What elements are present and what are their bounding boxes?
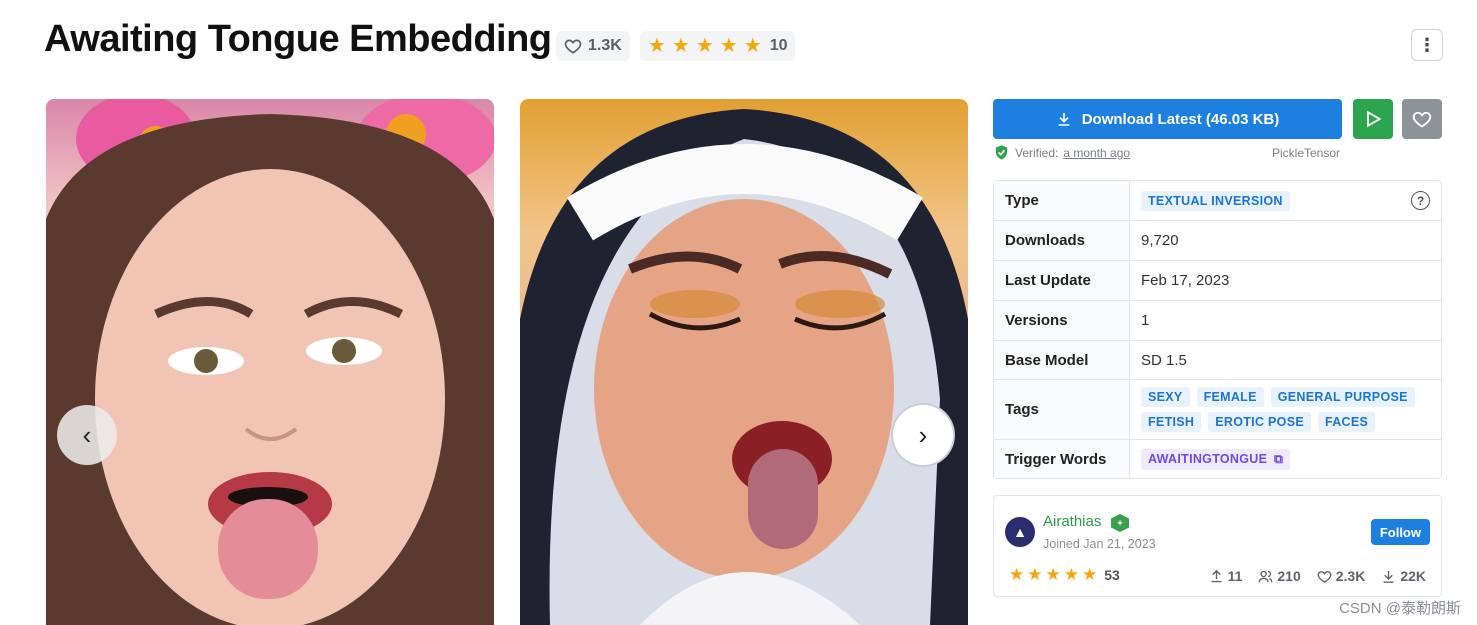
creator-stats: 11 210 2.3K 22K [1209, 568, 1426, 584]
tag-badge[interactable]: EROTIC POSE [1208, 412, 1311, 432]
gallery-image-1[interactable] [46, 99, 494, 625]
help-icon[interactable]: ? [1411, 191, 1430, 210]
watermark: CSDN @泰勒朗斯 [1339, 600, 1461, 617]
star-icon: ★ [695, 35, 714, 57]
followers-stat: 210 [1258, 568, 1301, 584]
download-icon [1058, 113, 1070, 126]
details-row-type: Type TEXTUAL INVERSION ? [994, 181, 1441, 221]
creator-rating-count: 53 [1104, 566, 1120, 583]
gallery-next-button[interactable]: › [893, 405, 953, 465]
avatar[interactable]: ▲ [1005, 517, 1035, 547]
heart-outline-icon [564, 39, 582, 54]
more-options-button[interactable]: ⋮ [1411, 29, 1443, 61]
verified-label: Verified: [1015, 145, 1059, 160]
details-table: Type TEXTUAL INVERSION ? Downloads 9,720… [993, 180, 1442, 479]
rating-count: 10 [769, 37, 788, 54]
download-button[interactable]: Download Latest (46.03 KB) [993, 99, 1342, 139]
row-value: SD 1.5 [1141, 351, 1187, 369]
uploads-stat: 11 [1209, 568, 1243, 584]
play-icon [1367, 110, 1382, 128]
row-value: Feb 17, 2023 [1141, 272, 1230, 289]
details-row-tags: Tags SEXY FEMALE GENERAL PURPOSE FETISH … [994, 380, 1441, 440]
chevron-right-icon: › [918, 419, 928, 450]
verified-date-link[interactable]: a month ago [1063, 146, 1130, 160]
star-icon: ★ [671, 35, 690, 57]
star-icon: ★ [648, 35, 666, 57]
row-label: Downloads [994, 221, 1130, 260]
details-row-last-update: Last Update Feb 17, 2023 [994, 261, 1441, 301]
details-row-trigger-words: Trigger Words AWAITINGTONGUE ⧉ [994, 440, 1441, 478]
row-label: Versions [994, 301, 1130, 340]
trigger-word-text: AWAITINGTONGUE [1148, 451, 1268, 466]
type-badge: TEXTUAL INVERSION [1141, 190, 1290, 211]
row-label: Type [994, 181, 1130, 220]
star-icon: ★ [1027, 565, 1043, 584]
row-label: Base Model [994, 341, 1130, 379]
row-value: 1 [1141, 312, 1150, 329]
downloads-count: 22K [1400, 568, 1426, 584]
copy-icon: ⧉ [1274, 451, 1284, 466]
chevron-left-icon: ‹ [82, 419, 92, 450]
tag-badge[interactable]: GENERAL PURPOSE [1270, 387, 1415, 407]
tag-badge[interactable]: SEXY [1141, 387, 1190, 407]
trigger-word-badge[interactable]: AWAITINGTONGUE ⧉ [1141, 448, 1291, 470]
star-icon: ★ [743, 35, 762, 57]
followers-count: 210 [1277, 568, 1301, 584]
creator-rating: ★ ★ ★ ★ ★ 53 [1009, 566, 1120, 583]
row-value: AWAITINGTONGUE ⧉ [1130, 440, 1441, 478]
star-icon: ★ [1082, 565, 1098, 584]
star-icon: ★ [719, 35, 738, 57]
creator-joined: Joined Jan 21, 2023 [1043, 537, 1156, 551]
run-button[interactable] [1353, 99, 1393, 139]
star-icon: ★ [1009, 565, 1025, 584]
upload-icon [1211, 569, 1222, 582]
creator-badge-icon: ✦ [1111, 514, 1129, 532]
tags-list: SEXY FEMALE GENERAL PURPOSE FETISH EROTI… [1141, 381, 1441, 438]
row-label: Trigger Words [994, 440, 1130, 478]
gallery-image-2[interactable] [520, 99, 968, 625]
scanner-label: PickleTensor [1272, 146, 1341, 160]
users-icon [1258, 570, 1273, 582]
gallery-prev-button[interactable]: ‹ [57, 405, 117, 465]
verified-status: Verified: a month ago [993, 144, 1130, 161]
likes-count: 1.3K [588, 37, 622, 54]
page-title: Awaiting Tongue Embedding [44, 18, 552, 60]
download-label: Download Latest (46.03 KB) [1081, 110, 1280, 128]
dots-vertical-icon: ⋮ [1418, 34, 1436, 55]
likes-pill[interactable]: 1.3K [556, 31, 630, 61]
star-icon: ★ [1045, 565, 1061, 584]
heart-outline-icon [1412, 111, 1432, 128]
creator-card: ▲ Airathias ✦ Joined Jan 21, 2023 Follow… [993, 495, 1442, 597]
row-value: 9,720 [1141, 232, 1179, 249]
rating-pill[interactable]: ★ ★ ★ ★ ★ 10 [640, 31, 796, 61]
favorite-button[interactable] [1402, 99, 1442, 139]
tag-badge[interactable]: FEMALE [1196, 387, 1264, 407]
details-row-versions: Versions 1 [994, 301, 1441, 341]
download-icon [1383, 570, 1394, 583]
row-value: SEXY FEMALE GENERAL PURPOSE FETISH EROTI… [1130, 380, 1441, 439]
uploads-count: 11 [1227, 568, 1243, 584]
row-label: Last Update [994, 261, 1130, 300]
tag-badge[interactable]: FETISH [1141, 412, 1202, 432]
heart-outline-icon [1317, 570, 1332, 583]
star-icon: ★ [1063, 565, 1079, 584]
portrait-illustration [46, 99, 494, 625]
likes-count: 2.3K [1335, 568, 1366, 584]
shield-check-icon [995, 145, 1008, 160]
details-row-downloads: Downloads 9,720 [994, 221, 1441, 261]
creator-name-link[interactable]: Airathias [1043, 513, 1101, 530]
portrait-illustration [520, 109, 968, 625]
row-label: Tags [994, 380, 1130, 439]
downloads-stat: 22K [1381, 568, 1426, 584]
row-value: TEXTUAL INVERSION ? [1130, 181, 1441, 220]
details-row-base-model: Base Model SD 1.5 [994, 341, 1441, 380]
likes-stat: 2.3K [1317, 568, 1366, 584]
tag-badge[interactable]: FACES [1317, 412, 1376, 432]
follow-button[interactable]: Follow [1370, 519, 1430, 545]
